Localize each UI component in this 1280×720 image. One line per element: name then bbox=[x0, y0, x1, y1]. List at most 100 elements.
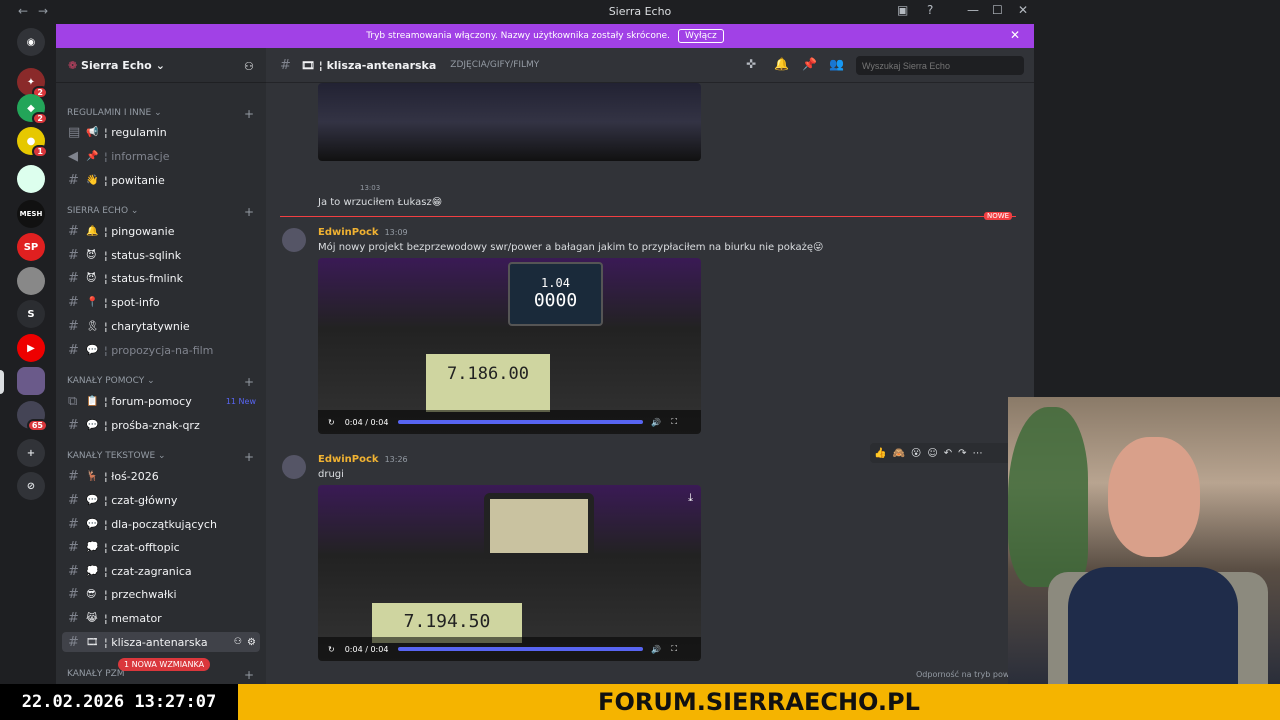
add-channel-icon[interactable]: + bbox=[244, 375, 254, 389]
add-reaction-icon[interactable]: ☺ bbox=[927, 448, 937, 459]
server-icon[interactable]: ● 1 bbox=[17, 127, 48, 158]
message-author[interactable]: EdwinPock 13:26 bbox=[318, 454, 408, 465]
channel-sidebar: ❁ Sierra Echo ⌄ ⚇ REGULAMIN I INNE ⌄ + ▤ 📢… bbox=[56, 48, 266, 684]
video-attachment[interactable]: 7.194.50 ⤓ ↻ 0:04 / 0:04 🔊 ⛶ bbox=[318, 485, 701, 661]
video-progress[interactable] bbox=[398, 420, 644, 424]
channel-regulamin[interactable]: ▤ 📢 ¦ regulamin bbox=[62, 122, 260, 142]
guild-header[interactable]: ❁ Sierra Echo ⌄ ⚇ bbox=[56, 48, 266, 83]
channel-pingowanie[interactable]: # 🔔 ¦ pingowanie bbox=[62, 221, 260, 241]
close-window-icon[interactable]: ✕ bbox=[1018, 3, 1028, 17]
channel-propozycja-na-film[interactable]: # 💬 ¦ propozycja-na-film bbox=[62, 340, 260, 360]
forward-icon[interactable]: ↷ bbox=[958, 448, 966, 459]
new-mention-pill[interactable]: 1 NOWA WZMIANKA bbox=[118, 658, 211, 671]
channel-prosba-znak-qrz[interactable]: # 💬 ¦ prośba-znak-qrz bbox=[62, 415, 260, 435]
add-channel-icon[interactable]: + bbox=[244, 205, 254, 219]
reaction-icon[interactable]: 🙈 bbox=[892, 448, 904, 459]
minimize-icon[interactable]: — bbox=[967, 3, 979, 17]
member-list-icon[interactable]: 👥 bbox=[829, 57, 844, 71]
avatar[interactable] bbox=[282, 455, 306, 479]
replay-icon[interactable]: ↻ bbox=[328, 418, 335, 427]
invite-icon[interactable]: ⚇ bbox=[234, 637, 242, 647]
add-channel-icon[interactable]: + bbox=[244, 668, 254, 682]
channel-informacje[interactable]: ◀ 📌 ¦ informacje bbox=[62, 146, 260, 166]
bell-icon[interactable]: 🔔 bbox=[774, 57, 789, 71]
message-author[interactable]: EdwinPock 13:09 bbox=[318, 227, 408, 238]
channel-forum-pomocy[interactable]: ⧉ 📋 ¦ forum-pomocy 11 New bbox=[62, 391, 260, 411]
hash-icon: # bbox=[280, 57, 291, 73]
close-banner-icon[interactable]: ✕ bbox=[1010, 28, 1020, 42]
guild-name: Sierra Echo bbox=[81, 58, 152, 72]
message-actions: 👍 🙈 😮 ☺ ↶ ↷ ⋯ bbox=[870, 443, 1016, 463]
threads-icon[interactable]: ✜ bbox=[746, 57, 756, 71]
meter-display: 1.04 0000 bbox=[508, 262, 603, 326]
channel-klisza-antenarska[interactable]: # 🎞 ¦ klisza-antenarska ⚇ ⚙ bbox=[62, 632, 260, 652]
server-icon[interactable]: ✦ 2 bbox=[17, 68, 48, 99]
message-list: 13:03 Ja to wrzuciłem Łukasz😁 NOWE Edwin… bbox=[266, 83, 1034, 684]
message-text: Ja to wrzuciłem Łukasz😁 bbox=[318, 197, 443, 208]
volume-icon[interactable]: 🔊 bbox=[651, 418, 661, 427]
channel-powitanie[interactable]: # 👋 ¦ powitanie bbox=[62, 170, 260, 190]
video-attachment[interactable]: 1.04 0000 7.186.00 ↻ 0:04 / 0:04 🔊 ⛶ bbox=[318, 258, 701, 434]
reply-icon[interactable]: ↶ bbox=[944, 448, 952, 459]
volume-icon[interactable]: 🔊 bbox=[651, 645, 661, 654]
replay-icon[interactable]: ↻ bbox=[328, 645, 335, 654]
sp-server-icon[interactable]: SP bbox=[17, 233, 45, 261]
pin-icon[interactable]: 📌 bbox=[802, 57, 817, 71]
streamer-mode-banner: Tryb streamowania włączony. Nazwy użytko… bbox=[56, 24, 1034, 48]
category-regulamin[interactable]: REGULAMIN I INNE ⌄ + bbox=[67, 107, 254, 121]
window-title: Sierra Echo bbox=[608, 5, 672, 18]
channel-czat-offtopic[interactable]: # 💭 ¦ czat-offtopic bbox=[62, 537, 260, 557]
forum-url-ticker: FORUM.SIERRAECHO.PL bbox=[238, 684, 1280, 720]
radio-display: 7.186.00 bbox=[426, 354, 550, 412]
explore-icon[interactable]: ⊘ bbox=[17, 472, 45, 500]
add-server-icon[interactable]: + bbox=[17, 439, 45, 467]
channel-dla-poczatkujacych[interactable]: # 💬 ¦ dla-początkujących bbox=[62, 514, 260, 534]
channel-czat-zagranica[interactable]: # 💭 ¦ czat-zagranica bbox=[62, 561, 260, 581]
more-icon[interactable]: ⋯ bbox=[973, 448, 983, 459]
add-user-icon[interactable]: ⚇ bbox=[244, 60, 254, 73]
thumbs-up-icon[interactable]: 👍 bbox=[874, 448, 886, 459]
channel-name: klisza-antenarska bbox=[326, 58, 437, 72]
channel-los-2026[interactable]: # 🦌 ¦ łoś-2026 bbox=[62, 466, 260, 486]
category-kanaly-pomocy[interactable]: KANAŁY POMOCY ⌄ + bbox=[67, 375, 254, 389]
download-icon[interactable]: ⤓ bbox=[688, 491, 693, 505]
hash-icon: ▤ bbox=[68, 124, 81, 140]
add-channel-icon[interactable]: + bbox=[244, 450, 254, 464]
disable-streamer-mode-button[interactable]: Wyłącz bbox=[677, 29, 724, 43]
add-channel-icon[interactable]: + bbox=[244, 107, 254, 121]
server-icon[interactable] bbox=[17, 165, 45, 193]
discord-home-icon[interactable]: ◉ bbox=[17, 28, 45, 56]
server-icon[interactable] bbox=[17, 267, 45, 295]
channel-status-fmlink[interactable]: # 😈 ¦ status-fmlink bbox=[62, 268, 260, 288]
message-text: drugi bbox=[318, 469, 344, 480]
video-progress[interactable] bbox=[398, 647, 644, 651]
video-controls: ↻ 0:04 / 0:04 🔊 ⛶ bbox=[318, 410, 701, 434]
sierra-echo-server-icon[interactable] bbox=[17, 367, 45, 395]
maximize-icon[interactable]: ☐ bbox=[992, 3, 1003, 17]
category-kanaly-pzm[interactable]: KANAŁY PZM + bbox=[67, 668, 254, 682]
server-icon[interactable]: ◆ 2 bbox=[17, 94, 48, 125]
image-attachment[interactable] bbox=[318, 83, 701, 161]
channel-charytatywnie[interactable]: # 🎗 ¦ charytatywnie bbox=[62, 316, 260, 336]
channel-status-sqlink[interactable]: # 😈 ¦ status-sqlink bbox=[62, 245, 260, 265]
server-s-icon[interactable]: S bbox=[17, 300, 45, 328]
gear-icon[interactable]: ⚙ bbox=[247, 637, 256, 648]
channel-przechwalki[interactable]: # 😎 ¦ przechwałki bbox=[62, 584, 260, 604]
channel-czat-glowny[interactable]: # 💬 ¦ czat-główny bbox=[62, 490, 260, 510]
inbox-icon[interactable]: ▣ bbox=[897, 3, 908, 17]
category-sierra-echo[interactable]: SIERRA ECHO ⌄ + bbox=[67, 205, 254, 219]
server-folder-icon[interactable]: 65 bbox=[17, 401, 48, 432]
channel-spot-info[interactable]: # 📍 ¦ spot-info bbox=[62, 292, 260, 312]
avatar[interactable] bbox=[282, 228, 306, 252]
youtube-server-icon[interactable]: ▶ bbox=[17, 334, 45, 362]
category-kanaly-tekstowe[interactable]: KANAŁY TEKSTOWE ⌄ + bbox=[67, 450, 254, 464]
server-rail: ◉ ✦ 2 ◆ 2 ● 1 MESH SP S ▶ 65 + ⊘ bbox=[0, 24, 56, 684]
channel-memator[interactable]: # 😹 ¦ memator bbox=[62, 608, 260, 628]
fullscreen-icon[interactable]: ⛶ bbox=[671, 417, 677, 427]
search-input[interactable] bbox=[856, 56, 1024, 75]
fullscreen-icon[interactable]: ⛶ bbox=[671, 644, 677, 654]
help-icon[interactable]: ? bbox=[927, 3, 933, 17]
mesh-core-server-icon[interactable]: MESH bbox=[17, 200, 45, 228]
surprised-icon[interactable]: 😮 bbox=[911, 448, 921, 459]
chevron-down-icon: ⌄ bbox=[155, 58, 165, 72]
